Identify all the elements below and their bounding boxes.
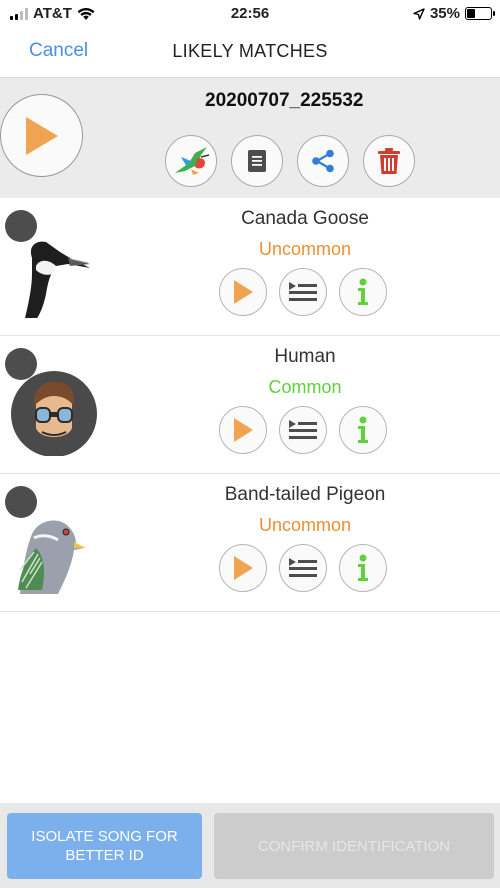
isolate-song-button[interactable]: ISOLATE SONG FOR BETTER ID (7, 813, 202, 879)
species-name: Human (274, 346, 336, 367)
share-icon (312, 149, 334, 173)
frequency-label: Common (268, 377, 342, 397)
frequency-label: Uncommon (258, 515, 352, 535)
recording-panel: 20200707_225532 (0, 78, 500, 198)
match-row[interactable]: Band-tailed Pigeon Uncommon (0, 474, 500, 612)
frequency-label: Uncommon (258, 239, 352, 259)
match-row[interactable]: Canada Goose Uncommon (0, 198, 500, 336)
species-name: Band-tailed Pigeon (224, 484, 386, 505)
page-title: LIKELY MATCHES (172, 41, 328, 61)
share-button[interactable] (297, 135, 349, 187)
status-right: 35% (413, 5, 495, 22)
recording-actions (165, 135, 415, 187)
selection-dot[interactable] (5, 486, 37, 518)
play-icon (234, 556, 253, 580)
selection-dot[interactable] (5, 210, 37, 242)
location-arrow-icon (413, 7, 425, 20)
play-icon (234, 418, 253, 442)
bottom-action-bar: ISOLATE SONG FOR BETTER ID CONFIRM IDENT… (0, 803, 500, 888)
play-icon (25, 116, 58, 155)
nav-bar: Cancel LIKELY MATCHES (0, 28, 500, 78)
playlist-button[interactable] (279, 268, 327, 316)
playlist-icon (289, 558, 317, 577)
species-name: Canada Goose (241, 208, 369, 229)
info-button[interactable] (339, 406, 387, 454)
battery-level (467, 9, 476, 18)
match-actions (219, 406, 387, 454)
recording-title: 20200707_225532 (205, 90, 364, 111)
info-button[interactable] (339, 544, 387, 592)
match-row[interactable]: Human Common (0, 336, 500, 474)
battery-percent: 35% (429, 5, 460, 22)
playlist-button[interactable] (279, 544, 327, 592)
play-recording-button[interactable] (0, 94, 83, 177)
play-sound-button[interactable] (219, 544, 267, 592)
trash-icon (378, 148, 400, 174)
notes-button[interactable] (231, 135, 283, 187)
playlist-icon (289, 420, 317, 439)
play-icon (234, 280, 253, 304)
bird-id-button[interactable] (165, 135, 217, 187)
battery-icon (465, 7, 495, 20)
info-button[interactable] (339, 268, 387, 316)
info-icon (358, 278, 368, 305)
match-actions (219, 544, 387, 592)
document-icon (248, 150, 266, 172)
status-bar: AT&T 22:56 35% (0, 0, 500, 28)
play-sound-button[interactable] (219, 406, 267, 454)
playlist-icon (289, 282, 317, 301)
confirm-identification-button[interactable]: CONFIRM IDENTIFICATION (214, 813, 494, 879)
hummingbird-icon (175, 147, 210, 175)
info-icon (358, 416, 368, 443)
play-sound-button[interactable] (219, 268, 267, 316)
playlist-button[interactable] (279, 406, 327, 454)
selection-dot[interactable] (5, 348, 37, 380)
match-actions (219, 268, 387, 316)
info-icon (358, 554, 368, 581)
delete-button[interactable] (363, 135, 415, 187)
